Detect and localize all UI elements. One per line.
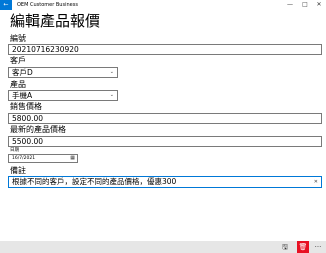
back-arrow-icon: ← [3,1,9,8]
minimize-icon: — [287,1,293,8]
latest-price-label: 最新的產品價格 [10,125,66,134]
note-field[interactable]: 根據不同的客戶，設定不同的產品價格，優惠300 ✕ [8,176,322,188]
product-label: 產品 [10,80,26,89]
sale-price-label: 銷售價格 [10,102,42,111]
back-button[interactable]: ← [0,0,12,10]
chevron-down-icon: ⌄ [109,92,114,98]
save-button[interactable]: 🖫 [278,241,292,253]
sale-price-field[interactable]: 5800.00 [8,113,322,124]
date-picker[interactable]: 16/7/2021 ▦ [8,154,78,163]
page-title: 編輯產品報價 [10,12,101,30]
customer-label: 客戶 [10,56,26,65]
more-icon: ··· [314,243,322,251]
number-field[interactable]: 20210716230920 [8,44,322,55]
close-icon: ✕ [316,1,322,8]
note-value: 根據不同的客戶，設定不同的產品價格，優惠300 [12,177,177,186]
number-value: 20210716230920 [12,45,79,54]
close-button[interactable]: ✕ [312,0,326,10]
clear-icon[interactable]: ✕ [314,177,318,187]
product-dropdown[interactable]: 手機A ⌄ [8,90,118,101]
delete-button[interactable]: 🗑 [297,241,309,253]
delete-icon: 🗑 [298,243,308,251]
command-bar: 🖫 🗑 ··· [0,241,326,253]
product-selected: 手機A [12,91,33,100]
latest-price-value: 5500.00 [12,137,44,146]
date-value: 16/7/2021 [12,156,36,161]
customer-dropdown[interactable]: 客戶D ⌄ [8,67,118,78]
calendar-icon: ▦ [70,155,75,161]
note-label: 備註 [10,166,26,175]
more-button[interactable]: ··· [311,241,325,253]
customer-selected: 客戶D [12,68,33,77]
app-title: OEM Customer Business [17,2,78,8]
sale-price-value: 5800.00 [12,114,44,123]
number-label: 編號 [10,34,26,43]
minimize-button[interactable]: — [283,0,297,10]
chevron-down-icon: ⌄ [109,69,114,75]
latest-price-field[interactable]: 5500.00 [8,136,322,147]
maximize-icon: □ [302,1,308,8]
save-icon: 🖫 [282,243,288,251]
title-bar: ← OEM Customer Business — □ ✕ [0,0,326,10]
maximize-button[interactable]: □ [298,0,312,10]
